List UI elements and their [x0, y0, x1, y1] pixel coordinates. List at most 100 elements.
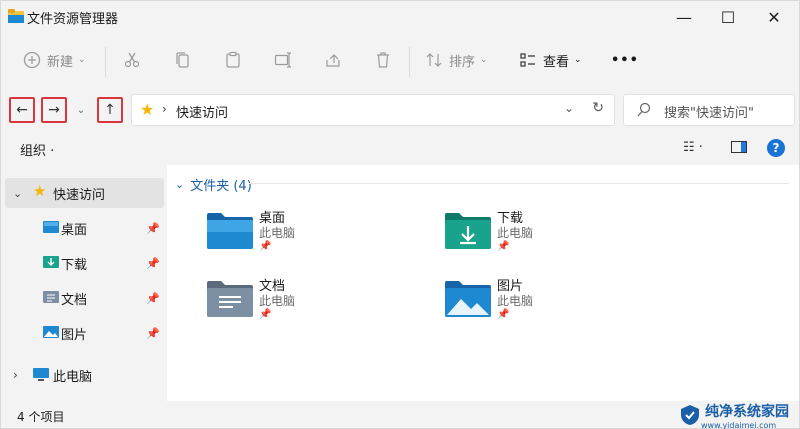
- up-button[interactable]: ↑: [97, 97, 123, 123]
- folder-tile-downloads[interactable]: 下载 此电脑 📌: [445, 207, 655, 267]
- shield-logo-icon: [681, 405, 699, 425]
- help-icon[interactable]: ?: [767, 139, 785, 157]
- sidebar-item-desktop[interactable]: 桌面 📌: [5, 213, 164, 243]
- status-bar: 4 个项目 纯净系统家园 www.yidaimei.com: [1, 402, 799, 429]
- view-list-icon: [520, 53, 535, 67]
- organize-button[interactable]: 组织 ·: [20, 140, 54, 159]
- pin-icon: 📌: [146, 291, 160, 305]
- pin-icon: 📌: [259, 309, 272, 320]
- rename-button[interactable]: [274, 47, 292, 73]
- clipboard-icon: [226, 51, 240, 68]
- search-input[interactable]: 搜索"快速访问": [623, 94, 795, 126]
- more-button[interactable]: •••: [611, 47, 639, 73]
- sidebar-item-downloads[interactable]: 下载 📌: [5, 248, 164, 278]
- search-placeholder: 搜索"快速访问": [664, 106, 754, 121]
- star-icon: ★: [33, 182, 47, 200]
- watermark: 纯净系统家园 www.yidaimei.com: [679, 402, 789, 429]
- delete-button[interactable]: [374, 47, 392, 73]
- sidebar-item-label: 文档: [61, 292, 88, 308]
- divider: [249, 183, 789, 184]
- cut-button[interactable]: [123, 47, 141, 73]
- folder-icon: [8, 9, 24, 23]
- watermark-url: www.yidaimei.com: [701, 420, 777, 429]
- pin-icon: 📌: [146, 326, 160, 340]
- sidebar-item-label: 图片: [61, 327, 88, 343]
- watermark-text: 纯净系统家园: [705, 403, 789, 420]
- folder-tile-desktop[interactable]: 桌面 此电脑 📌: [207, 207, 417, 267]
- sidebar-item-label: 快速访问: [53, 187, 106, 203]
- file-explorer-window: 文件资源管理器 — ☐ ✕ 新建 ⌄ 排序 ⌄ 查看 ⌄ ••• ← → ⌄ ↑…: [0, 0, 800, 429]
- plus-circle-icon: [23, 51, 41, 69]
- share-button[interactable]: [324, 47, 342, 73]
- view-label: 查看: [543, 54, 570, 70]
- breadcrumb[interactable]: 快速访问: [176, 102, 228, 121]
- details-pane-icon[interactable]: [731, 141, 747, 153]
- forward-button[interactable]: →: [41, 97, 67, 123]
- chevron-down-icon: ⌄: [574, 55, 582, 65]
- folder-tile-pictures[interactable]: 图片 此电脑 📌: [445, 275, 655, 335]
- divider: [105, 47, 106, 77]
- new-button[interactable]: 新建 ⌄: [23, 47, 86, 73]
- sort-icon: [426, 53, 442, 67]
- back-button[interactable]: ←: [9, 97, 35, 123]
- trash-icon: [377, 52, 389, 68]
- maximize-button[interactable]: ☐: [705, 1, 751, 33]
- recent-locations-button[interactable]: ⌄: [71, 97, 91, 123]
- chevron-down-icon: ⌄: [78, 55, 86, 65]
- sidebar-item-quick-access[interactable]: ⌄ ★ 快速访问: [5, 178, 164, 208]
- organize-row: 组织 · ☷ · ?: [1, 132, 799, 164]
- copy-icon: [176, 52, 189, 68]
- window-title: 文件资源管理器: [27, 12, 119, 27]
- chevron-down-icon[interactable]: ⌄: [564, 101, 574, 115]
- title-bar: 文件资源管理器 — ☐ ✕: [1, 1, 799, 33]
- new-label: 新建: [47, 54, 74, 70]
- folder-tile-documents[interactable]: 文档 此电脑 📌: [207, 275, 417, 335]
- tile-location: 此电脑: [497, 226, 534, 240]
- sidebar-item-pictures[interactable]: 图片 📌: [5, 318, 164, 348]
- desktop-folder-icon: [207, 213, 253, 249]
- group-header-label: 文件夹 (4): [190, 179, 252, 194]
- sidebar-item-label: 此电脑: [53, 369, 93, 385]
- pictures-folder-icon: [43, 326, 59, 338]
- downloads-folder-icon: [43, 256, 59, 268]
- computer-icon: [33, 368, 49, 381]
- tile-location: 此电脑: [259, 294, 296, 308]
- layout-options-icon[interactable]: ☷ ·: [683, 140, 703, 155]
- chevron-down-icon[interactable]: ⌄: [13, 187, 22, 200]
- content-pane: ⌄ 文件夹 (4) 桌面 此电脑 📌 下载 此电脑 📌 文档 此电脑 📌 图片 …: [167, 165, 799, 401]
- address-bar[interactable]: ★ › 快速访问 ⌄ ↻: [131, 94, 615, 126]
- sort-button[interactable]: 排序 ⌄: [425, 47, 488, 73]
- divider: [409, 47, 410, 77]
- documents-folder-icon: [207, 281, 253, 317]
- group-header[interactable]: ⌄ 文件夹 (4): [175, 175, 252, 194]
- close-button[interactable]: ✕: [751, 1, 797, 33]
- breadcrumb-chevron-icon: ›: [162, 102, 167, 116]
- downloads-folder-icon: [445, 213, 491, 249]
- sidebar-item-this-pc[interactable]: › 此电脑: [5, 360, 164, 390]
- view-button[interactable]: 查看 ⌄: [519, 47, 582, 73]
- copy-button[interactable]: [174, 47, 192, 73]
- tile-location: 此电脑: [497, 294, 534, 308]
- sidebar-item-label: 桌面: [61, 222, 88, 238]
- sort-label: 排序: [449, 54, 476, 70]
- scissors-icon: [124, 52, 140, 68]
- rename-icon: [274, 52, 291, 68]
- sidebar-item-documents[interactable]: 文档 📌: [5, 283, 164, 313]
- pin-icon: 📌: [146, 221, 160, 235]
- pictures-folder-icon: [445, 281, 491, 317]
- tile-location: 此电脑: [259, 226, 296, 240]
- documents-folder-icon: [43, 291, 59, 303]
- star-icon: ★: [140, 100, 155, 119]
- minimize-button[interactable]: —: [661, 1, 707, 33]
- search-icon: [637, 102, 651, 117]
- command-bar: 新建 ⌄ 排序 ⌄ 查看 ⌄ •••: [1, 35, 799, 85]
- navigation-row: ← → ⌄ ↑ ★ › 快速访问 ⌄ ↻ 搜索"快速访问": [1, 89, 799, 131]
- sidebar-item-label: 下载: [61, 257, 88, 273]
- paste-button[interactable]: [224, 47, 242, 73]
- chevron-down-icon[interactable]: ⌄: [175, 178, 184, 191]
- pin-icon: 📌: [259, 241, 272, 252]
- chevron-right-icon[interactable]: ›: [13, 368, 18, 382]
- desktop-folder-icon: [43, 221, 59, 233]
- navigation-pane: ⌄ ★ 快速访问 桌面 📌 下载 📌 文档 📌 图片 📌 › 此电脑: [1, 165, 167, 401]
- refresh-icon[interactable]: ↻: [592, 100, 604, 116]
